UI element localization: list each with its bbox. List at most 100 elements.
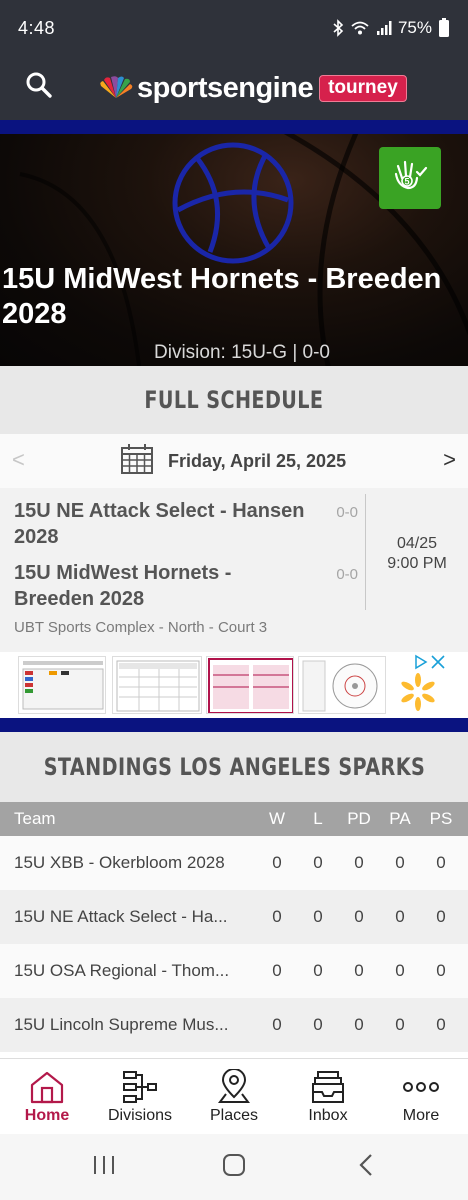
standings-points-scored: 0 <box>436 853 446 872</box>
brand-logo[interactable]: sportsengine tourney <box>97 70 407 106</box>
standings-point-diff: 0 <box>354 961 364 980</box>
status-time: 4:48 <box>18 17 56 38</box>
bracket-icon <box>122 1069 158 1105</box>
standings-losses: 0 <box>313 907 323 926</box>
ad-thumbnail[interactable] <box>18 656 106 714</box>
bottom-navigation: Home Divisions Places Inbox More <box>0 1058 468 1134</box>
standings-row[interactable]: 15U OSA Regional - Thom... 0 0 0 0 0 <box>0 944 468 998</box>
recent-apps-icon <box>92 1154 116 1181</box>
brand-badge: tourney <box>319 74 407 102</box>
home-system-button[interactable] <box>214 1152 254 1182</box>
nav-home[interactable]: Home <box>0 1059 94 1135</box>
standings-losses: 0 <box>313 1015 323 1034</box>
more-icon <box>403 1069 439 1105</box>
game-location: UBT Sports Complex - North - Court 3 <box>14 619 268 636</box>
column-header-team[interactable]: Team <box>14 802 254 836</box>
nav-home-label: Home <box>24 1107 70 1124</box>
walmart-spark-icon <box>398 672 438 717</box>
status-bar: 4:48 75% <box>0 0 468 56</box>
standings-point-diff: 0 <box>354 1015 364 1034</box>
standings-heading[interactable]: STANDINGS LOS ANGELES SPARKS <box>0 732 468 802</box>
ad-thumbnail[interactable] <box>206 656 294 714</box>
battery-icon <box>438 18 450 38</box>
nav-divisions-label: Divisions <box>107 1107 172 1124</box>
game-date: 04/25 <box>396 535 438 552</box>
app-header: sportsengine tourney <box>0 56 468 120</box>
date-picker[interactable]: Friday, April 25, 2025 <box>120 443 346 480</box>
standings-points-scored: 0 <box>436 907 446 926</box>
standings-team: 15U NE Attack Select - Ha... <box>14 907 228 926</box>
column-header-losses[interactable]: L <box>298 802 338 836</box>
basketball-icon <box>170 140 296 266</box>
standings-title: STANDINGS LOS ANGELES SPARKS <box>43 753 425 781</box>
column-header-points-against[interactable]: PA <box>380 802 420 836</box>
nav-divisions[interactable]: Divisions <box>93 1059 187 1135</box>
standings-wins: 0 <box>272 907 282 926</box>
standings-header-row: Team W L PD PA PS <box>0 802 468 836</box>
standings-row[interactable]: 15U NE Attack Select - Ha... 0 0 0 0 0 <box>0 890 468 944</box>
ad-thumbnail[interactable] <box>112 656 202 714</box>
status-icons: 75% <box>332 18 450 38</box>
standings-team: 15U OSA Regional - Thom... <box>14 961 230 980</box>
full-schedule-title: FULL SCHEDULE <box>144 386 324 414</box>
home-square-icon <box>222 1153 246 1182</box>
inbox-icon <box>311 1069 345 1105</box>
standings-losses: 0 <box>313 961 323 980</box>
full-schedule-heading[interactable]: FULL SCHEDULE <box>0 366 468 434</box>
ad-banner[interactable] <box>0 652 468 718</box>
away-team-name: 15U MidWest Hornets - Breeden 2028 <box>14 562 232 610</box>
division-record: Division: 15U-G | 0-0 <box>154 342 330 363</box>
team-title: 15U MidWest Hornets - Breeden 2028 <box>2 263 442 330</box>
standings-points-against: 0 <box>395 853 405 872</box>
game-datetime: 04/25 9:00 PM <box>366 534 468 574</box>
search-icon <box>25 71 53 104</box>
previous-date-button[interactable]: < <box>12 447 25 473</box>
standings-team: 15U XBB - Okerbloom 2028 <box>14 853 225 872</box>
signal-icon <box>376 20 392 36</box>
nav-places[interactable]: Places <box>187 1059 281 1135</box>
standings-wins: 0 <box>272 853 282 872</box>
ad-thumbnail[interactable] <box>298 656 386 714</box>
bluetooth-icon <box>332 19 344 37</box>
nav-more-label: More <box>402 1107 440 1124</box>
home-team-name: 15U NE Attack Select - Hansen 2028 <box>14 500 305 548</box>
column-header-points-scored[interactable]: PS <box>421 802 461 836</box>
nav-inbox[interactable]: Inbox <box>281 1059 375 1135</box>
standings-point-diff: 0 <box>354 907 364 926</box>
recent-apps-button[interactable] <box>84 1152 124 1182</box>
wifi-icon <box>350 20 370 36</box>
column-header-wins[interactable]: W <box>257 802 297 836</box>
brand-name: sportsengine <box>137 71 314 104</box>
section-divider <box>0 718 468 732</box>
standings-point-diff: 0 <box>354 853 364 872</box>
standings-points-scored: 0 <box>436 1015 446 1034</box>
selected-date: Friday, April 25, 2025 <box>168 451 347 471</box>
standings-row[interactable]: 15U Lincoln Supreme Mus... 0 0 0 0 0 <box>0 998 468 1052</box>
standings-losses: 0 <box>313 853 323 872</box>
system-navigation-bar <box>0 1134 468 1200</box>
checkin-badge[interactable]: 5 <box>379 147 441 209</box>
calendar-icon <box>120 443 154 480</box>
standings-team: 15U Lincoln Supreme Mus... <box>14 1015 229 1034</box>
column-header-point-diff[interactable]: PD <box>339 802 379 836</box>
home-team-score: 0-0 <box>336 504 358 521</box>
standings-wins: 0 <box>272 1015 282 1034</box>
standings-points-against: 0 <box>395 1015 405 1034</box>
map-pin-icon <box>217 1069 251 1105</box>
back-button[interactable] <box>346 1152 386 1182</box>
nav-more[interactable]: More <box>374 1059 468 1135</box>
team-hero: 5 15U MidWest Hornets - Breeden 2028 Div… <box>0 134 468 366</box>
away-team-score: 0-0 <box>336 566 358 583</box>
next-date-button[interactable]: > <box>443 447 456 473</box>
standings-points-scored: 0 <box>436 961 446 980</box>
header-divider <box>0 120 468 134</box>
svg-text:5: 5 <box>405 176 410 186</box>
standings-row[interactable]: 15U XBB - Okerbloom 2028 0 0 0 0 0 <box>0 836 468 890</box>
back-chevron-icon <box>358 1153 374 1182</box>
hand-check-icon: 5 <box>390 156 430 201</box>
standings-points-against: 0 <box>395 961 405 980</box>
standings-points-against: 0 <box>395 907 405 926</box>
game-card[interactable]: 15U NE Attack Select - Hansen 2028 0-0 1… <box>0 488 468 652</box>
nav-places-label: Places <box>209 1107 259 1124</box>
search-button[interactable] <box>22 70 56 104</box>
